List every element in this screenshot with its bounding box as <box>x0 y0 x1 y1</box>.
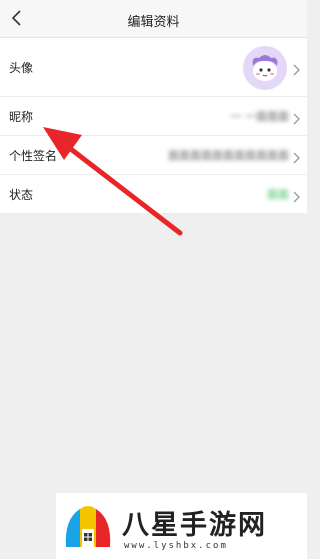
chevron-right-icon <box>293 113 300 125</box>
chevron-right-icon <box>293 64 300 76</box>
watermark-logo-icon <box>65 506 111 547</box>
nickname-row-chevron <box>293 110 301 125</box>
nickname-row[interactable]: 昵称 一 一面面面 <box>0 97 307 136</box>
status-row-chevron <box>293 188 301 203</box>
avatar <box>243 46 287 90</box>
site-watermark: 八星手游网 www.lyshbx.com <box>56 493 307 559</box>
status-value: 面面 <box>267 188 289 201</box>
status-row-label: 状态 <box>9 187 34 202</box>
signature-row[interactable]: 个性签名 面面面面面面面面面面面 <box>0 136 307 175</box>
avatar-cartoon-icon <box>243 46 287 90</box>
watermark-url: www.lyshbx.com <box>124 541 228 551</box>
nickname-value: 一 一面面面 <box>230 110 290 123</box>
profile-settings-list: 头像 昵称 一 一面面面 个性签名 面面面面面面面面面面面 状态 面面 <box>0 38 307 214</box>
title-bar: 编辑资料 <box>0 0 307 38</box>
chevron-right-icon <box>293 152 300 164</box>
avatar-row-label: 头像 <box>9 60 34 75</box>
page-title: 编辑资料 <box>127 15 180 30</box>
status-row[interactable]: 状态 面面 <box>0 175 307 214</box>
signature-row-chevron <box>293 149 301 164</box>
avatar-row-chevron <box>293 61 301 76</box>
chevron-right-icon <box>293 191 300 203</box>
signature-value: 面面面面面面面面面面面 <box>168 149 289 162</box>
avatar-row[interactable]: 头像 <box>0 38 307 97</box>
watermark-text: 八星手游网 <box>122 510 267 541</box>
signature-row-label: 个性签名 <box>9 148 58 163</box>
nickname-row-label: 昵称 <box>9 109 34 124</box>
